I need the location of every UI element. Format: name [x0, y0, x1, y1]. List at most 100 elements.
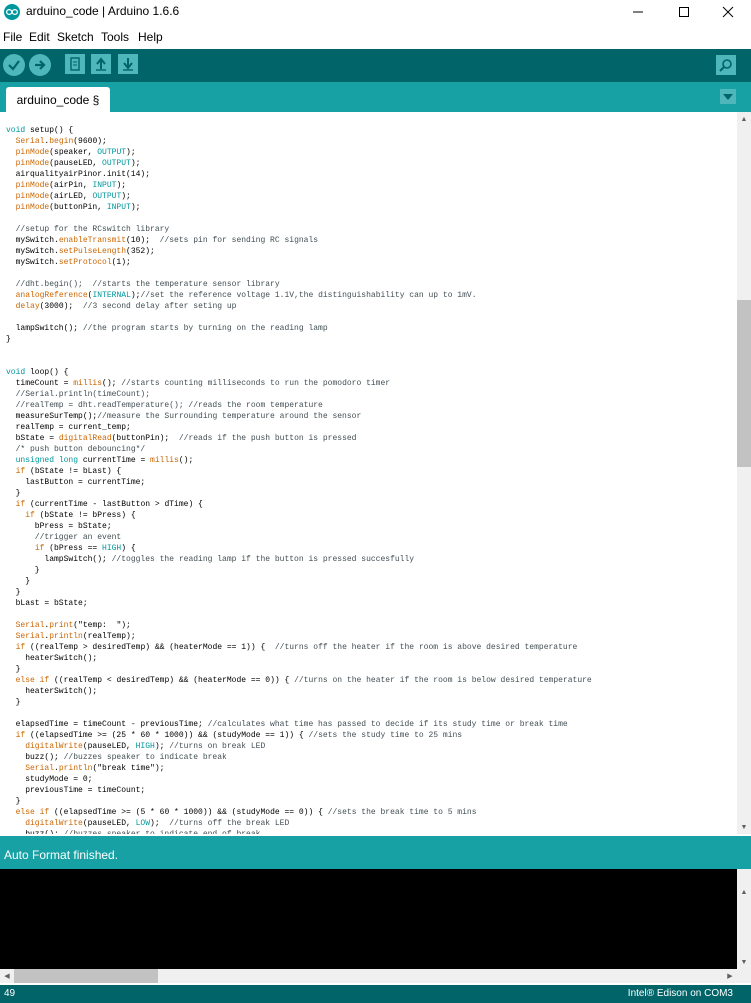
menu-sketch[interactable]: Sketch: [57, 30, 94, 44]
code-line: //dht.begin(); //starts the temperature …: [6, 279, 280, 290]
board-port-label: Intel® Edison on COM3: [627, 988, 733, 999]
scroll-down-icon[interactable]: ▼: [737, 820, 751, 834]
code-token: unsigned long: [15, 456, 79, 465]
code-token: void: [6, 368, 26, 377]
code-token: if: [15, 467, 26, 476]
close-button[interactable]: [705, 0, 751, 24]
code-token: OUTPUT: [102, 159, 131, 168]
code-token: //sets the study time to 25 mins: [308, 731, 463, 740]
code-line: unsigned long currentTime = millis();: [6, 455, 194, 466]
code-token: begin: [49, 137, 74, 146]
scroll-left-icon[interactable]: ◀: [0, 969, 14, 983]
code-line: if ((elapsedTime >= (25 * 60 * 1000)) &&…: [6, 730, 462, 741]
menu-edit[interactable]: Edit: [29, 30, 50, 44]
code-token: );: [130, 203, 141, 212]
console-scroll-down-icon[interactable]: ▼: [737, 955, 751, 969]
code-line: elapsedTime = timeCount - previousTime; …: [6, 719, 568, 730]
code-editor[interactable]: void setup() { Serial.begin(9600); pinMo…: [0, 112, 737, 834]
code-token: delay: [15, 302, 40, 311]
code-token: ((elapsedTime >= (5 * 60 * 1000)) && (st…: [49, 808, 328, 817]
code-line: void loop() {: [6, 367, 68, 378]
code-line: pinMode(pauseLED, OUTPUT);: [6, 158, 141, 169]
scroll-right-icon[interactable]: ▶: [723, 969, 737, 983]
code-token: //sets the break time to 5 mins: [327, 808, 477, 817]
menu-file[interactable]: File: [3, 30, 22, 44]
open-button[interactable]: [91, 54, 111, 74]
code-token: //sets pin for sending RC signals: [159, 236, 319, 245]
code-token: ();: [178, 456, 194, 465]
code-token: //buzzes speaker to indicate end of brea…: [64, 830, 261, 834]
editor-scroll-thumb[interactable]: [737, 300, 751, 467]
code-token: setup() {: [25, 126, 74, 135]
console-horizontal-scrollbar[interactable]: ◀ ▶: [0, 969, 737, 983]
code-token: );: [130, 291, 141, 300]
code-token: loop() {: [25, 368, 69, 377]
console-vertical-scrollbar[interactable]: ▲ ▼: [737, 869, 751, 969]
upload-button[interactable]: [29, 54, 51, 76]
new-button[interactable]: [65, 54, 85, 74]
code-token: }: [6, 335, 11, 344]
code-token: if: [15, 731, 26, 740]
code-token: (pauseLED,: [82, 742, 136, 751]
code-token: studyMode = 0;: [6, 775, 93, 784]
console-output[interactable]: [0, 869, 737, 969]
console-scroll-up-icon[interactable]: ▲: [737, 885, 751, 899]
serial-monitor-button[interactable]: [716, 55, 736, 75]
code-token: lastButton = currentTime;: [6, 478, 146, 487]
code-token: (currentTime - lastButton > dTime) {: [25, 500, 203, 509]
arrow-up-icon: [96, 57, 106, 71]
code-token: lampSwitch();: [6, 555, 112, 564]
code-token: (bState != bPress) {: [34, 511, 136, 520]
code-token: (speaker,: [49, 148, 98, 157]
code-token: }: [6, 665, 21, 674]
code-line: //realTemp = dht.readTemperature(); //re…: [6, 400, 323, 411]
editor-vertical-scrollbar[interactable]: ▲ ▼: [737, 112, 751, 834]
code-token: timeCount =: [6, 379, 74, 388]
code-token: bLast = bState;: [6, 599, 88, 608]
minimize-icon: [633, 11, 643, 13]
code-token: );: [126, 148, 136, 157]
code-line: Serial.begin(9600);: [6, 136, 107, 147]
code-token: Serial: [15, 621, 45, 630]
tab-menu-button[interactable]: [720, 89, 736, 104]
code-token: //setup for the RCswitch library: [6, 225, 170, 234]
code-line: mySwitch.setPulseLength(352);: [6, 246, 155, 257]
tab-arduino-code[interactable]: arduino_code §: [6, 87, 110, 112]
code-line: Serial.println(realTemp);: [6, 631, 136, 642]
verify-button[interactable]: [3, 54, 25, 76]
minimize-button[interactable]: [615, 0, 661, 24]
code-line: pinMode(speaker, OUTPUT);: [6, 147, 136, 158]
code-token: digitalWrite: [25, 819, 83, 828]
code-token: previousTime = timeCount;: [6, 786, 146, 795]
code-token: airqualityairPinor.init(14);: [6, 170, 151, 179]
code-line: previousTime = timeCount;: [6, 785, 145, 796]
code-line: //setup for the RCswitch library: [6, 224, 170, 235]
code-line: pinMode(airPin, INPUT);: [6, 180, 126, 191]
code-token: if: [39, 808, 50, 817]
status-bar: Auto Format finished.: [0, 836, 751, 869]
console-hscroll-thumb[interactable]: [14, 969, 158, 983]
status-message: Auto Format finished.: [4, 848, 119, 862]
code-token: println: [58, 764, 93, 773]
code-token: if: [15, 643, 26, 652]
maximize-button[interactable]: [661, 0, 707, 24]
code-token: if: [15, 500, 26, 509]
save-button[interactable]: [118, 54, 138, 74]
code-line: }: [6, 334, 11, 345]
code-token: HIGH: [102, 544, 122, 553]
code-token: Serial: [25, 764, 55, 773]
code-token: realTemp = current_temp;: [6, 423, 131, 432]
code-token: pinMode: [15, 192, 50, 201]
scroll-up-icon[interactable]: ▲: [737, 112, 751, 126]
code-token: buzz();: [6, 753, 64, 762]
menu-help[interactable]: Help: [138, 30, 163, 44]
code-token: ((realTemp < desiredTemp) && (heaterMode…: [49, 676, 295, 685]
code-token: mySwitch.: [6, 258, 59, 267]
menu-tools[interactable]: Tools: [101, 30, 129, 44]
code-line: if (bState != bLast) {: [6, 466, 122, 477]
code-token: lampSwitch();: [6, 324, 83, 333]
